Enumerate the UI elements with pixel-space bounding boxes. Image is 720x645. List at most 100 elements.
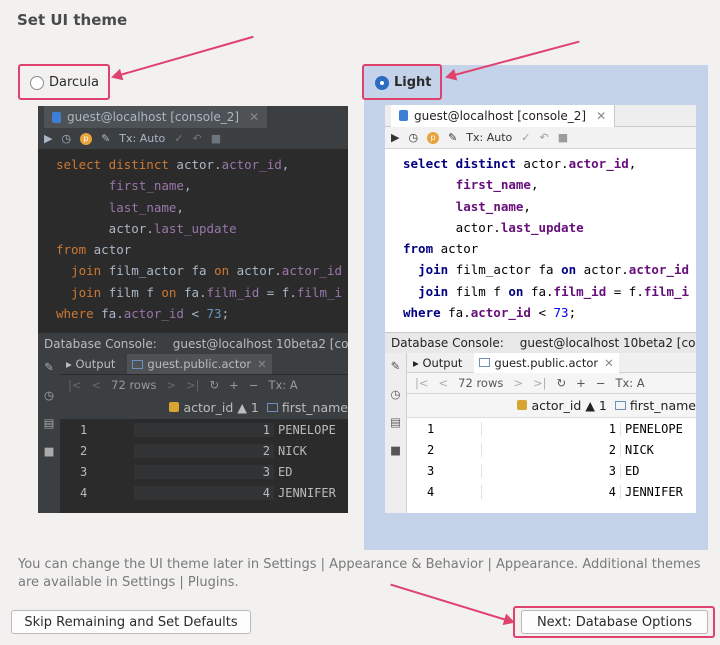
stop-icon[interactable]: ■ — [44, 444, 55, 458]
tx-mode[interactable]: Tx: Auto — [119, 132, 165, 145]
table-row[interactable]: 2 2 NICK — [60, 440, 348, 461]
column-first-name[interactable]: first_name — [611, 398, 696, 413]
last-page-icon[interactable]: >| — [533, 376, 547, 390]
wrench-icon[interactable]: ✎ — [44, 360, 54, 374]
darcula-radio-button[interactable] — [30, 75, 44, 90]
layout-icon[interactable]: ▤ — [390, 415, 401, 429]
column-icon — [614, 401, 626, 410]
history-icon[interactable]: ◷ — [44, 388, 54, 402]
commit-icon[interactable]: ✓ — [174, 132, 183, 145]
table-row[interactable]: 1 1 PENELOPE — [407, 418, 696, 439]
next-page-icon[interactable]: > — [166, 378, 176, 392]
light-radio-button[interactable] — [375, 75, 389, 90]
wrench-icon[interactable]: ✎ — [448, 131, 457, 144]
console-label: Database Console: — [391, 336, 504, 350]
table-row[interactable]: 3 3 ED — [60, 461, 348, 482]
stop-icon[interactable]: ■ — [558, 131, 568, 144]
stop-icon[interactable]: ■ — [390, 443, 401, 457]
next-page-icon[interactable]: > — [513, 376, 523, 390]
cell-actor-id: 1 — [134, 422, 274, 437]
light-preview: guest@localhost [console_2] ✕ ▶ ◷ p ✎ Tx… — [385, 105, 696, 513]
tab-output[interactable]: ▸ Output — [66, 357, 115, 371]
remove-row-icon[interactable]: − — [249, 378, 259, 392]
code-line: join film_actor fa on actor.actor_id — [71, 263, 343, 279]
history-icon[interactable]: ◷ — [61, 132, 71, 145]
table-row[interactable]: 4 4 JENNIFER — [60, 482, 348, 503]
table-row[interactable]: 1 1 PENELOPE — [60, 419, 348, 440]
rows-count[interactable]: 72 rows — [458, 376, 503, 390]
tab-actor-table[interactable]: guest.public.actor ✕ — [474, 352, 619, 373]
close-icon[interactable]: ✕ — [249, 110, 259, 124]
tx-mode[interactable]: Tx: A — [615, 376, 644, 390]
theme-description: You can change the UI theme later in Set… — [18, 557, 701, 590]
history-icon[interactable]: ◷ — [408, 131, 418, 144]
first-page-icon[interactable]: |< — [68, 378, 82, 392]
run-icon[interactable]: ▶ — [44, 132, 52, 145]
refresh-icon[interactable]: ↻ — [210, 378, 220, 392]
cell-first-name: JENNIFER — [625, 484, 683, 499]
last-page-icon[interactable]: >| — [186, 378, 200, 392]
column-actor-id[interactable]: actor_id ▲ 1 — [478, 398, 611, 413]
row-number: 3 — [80, 464, 88, 479]
cell-actor-id: 1 — [481, 421, 621, 436]
wrench-icon[interactable]: ✎ — [391, 359, 401, 373]
column-first-name[interactable]: first_name — [263, 400, 348, 415]
cell-first-name: ED — [625, 463, 640, 478]
prev-page-icon[interactable]: < — [439, 376, 449, 390]
sql-code[interactable]: select distinct actor.actor_id, first_na… — [38, 150, 348, 324]
profile-icon[interactable]: p — [80, 132, 93, 145]
sql-code[interactable]: select distinct actor.actor_id, first_na… — [385, 149, 696, 323]
cell-actor-id: 2 — [481, 442, 621, 457]
tab-actor-table[interactable]: guest.public.actor ✕ — [127, 354, 272, 374]
close-icon[interactable]: ✕ — [596, 109, 606, 123]
darcula-label: Darcula — [49, 75, 100, 90]
rollback-icon[interactable]: ↶ — [540, 131, 549, 144]
tab-output[interactable]: ▸ Output — [413, 356, 462, 370]
profile-icon[interactable]: p — [427, 131, 440, 144]
darcula-radio-option[interactable]: Darcula — [30, 75, 99, 90]
close-icon[interactable]: ✕ — [257, 357, 267, 371]
commit-icon[interactable]: ✓ — [521, 131, 530, 144]
results-toolbar: |< < 72 rows > >| ↻ + − Tx: A — [60, 374, 348, 395]
table-row[interactable]: 4 4 JENNIFER — [407, 481, 696, 502]
refresh-icon[interactable]: ↻ — [557, 376, 567, 390]
add-row-icon[interactable]: + — [576, 376, 586, 390]
remove-row-icon[interactable]: − — [596, 376, 606, 390]
grid-rows: 1 1 PENELOPE 2 2 NICK 3 3 ED 4 4 JENNIFER — [407, 418, 696, 502]
next-database-options-button[interactable]: Next: Database Options — [521, 610, 708, 634]
run-icon[interactable]: ▶ — [391, 131, 399, 144]
tx-mode[interactable]: Tx: Auto — [466, 131, 512, 144]
wrench-icon[interactable]: ✎ — [101, 132, 110, 145]
column-actor-id[interactable]: actor_id ▲ 1 — [131, 400, 263, 415]
column-icon — [266, 402, 278, 412]
results-toolbar: |< < 72 rows > >| ↻ + − Tx: A — [407, 373, 696, 394]
first-page-icon[interactable]: |< — [415, 376, 429, 390]
cell-first-name: NICK — [278, 443, 307, 458]
rollback-icon[interactable]: ↶ — [193, 132, 202, 145]
console-connection: guest@localhost 10beta2 [co — [519, 336, 696, 350]
results-tabs: ▸ Output guest.public.actor ✕ — [407, 352, 696, 373]
row-number: 2 — [427, 442, 435, 457]
table-row[interactable]: 2 2 NICK — [407, 439, 696, 460]
console-tab[interactable]: guest@localhost [console_2] ✕ — [44, 106, 268, 128]
light-radio-option[interactable]: Light — [375, 75, 432, 90]
code-line: from actor — [56, 242, 132, 258]
console-bar: Database Console: guest@localhost 10beta… — [385, 332, 696, 353]
code-line: from actor — [403, 241, 479, 257]
skip-defaults-button[interactable]: Skip Remaining and Set Defaults — [11, 610, 251, 634]
close-icon[interactable]: ✕ — [604, 356, 614, 370]
console-tab[interactable]: guest@localhost [console_2] ✕ — [391, 105, 616, 127]
layout-icon[interactable]: ▤ — [44, 416, 55, 430]
database-icon — [52, 111, 61, 123]
code-line: join film_actor fa on actor.actor_id — [418, 262, 690, 278]
tx-mode[interactable]: Tx: A — [268, 378, 297, 392]
table-row[interactable]: 3 3 ED — [407, 460, 696, 481]
rows-count[interactable]: 72 rows — [111, 378, 156, 392]
stop-icon[interactable]: ■ — [211, 132, 221, 145]
code-line: select distinct actor.actor_id, — [56, 157, 290, 172]
history-icon[interactable]: ◷ — [390, 387, 400, 401]
prev-page-icon[interactable]: < — [92, 378, 102, 392]
row-number: 1 — [80, 422, 88, 437]
add-row-icon[interactable]: + — [229, 378, 239, 392]
results-sidebar: ✎ ◷ ▤ ■ — [385, 353, 407, 513]
